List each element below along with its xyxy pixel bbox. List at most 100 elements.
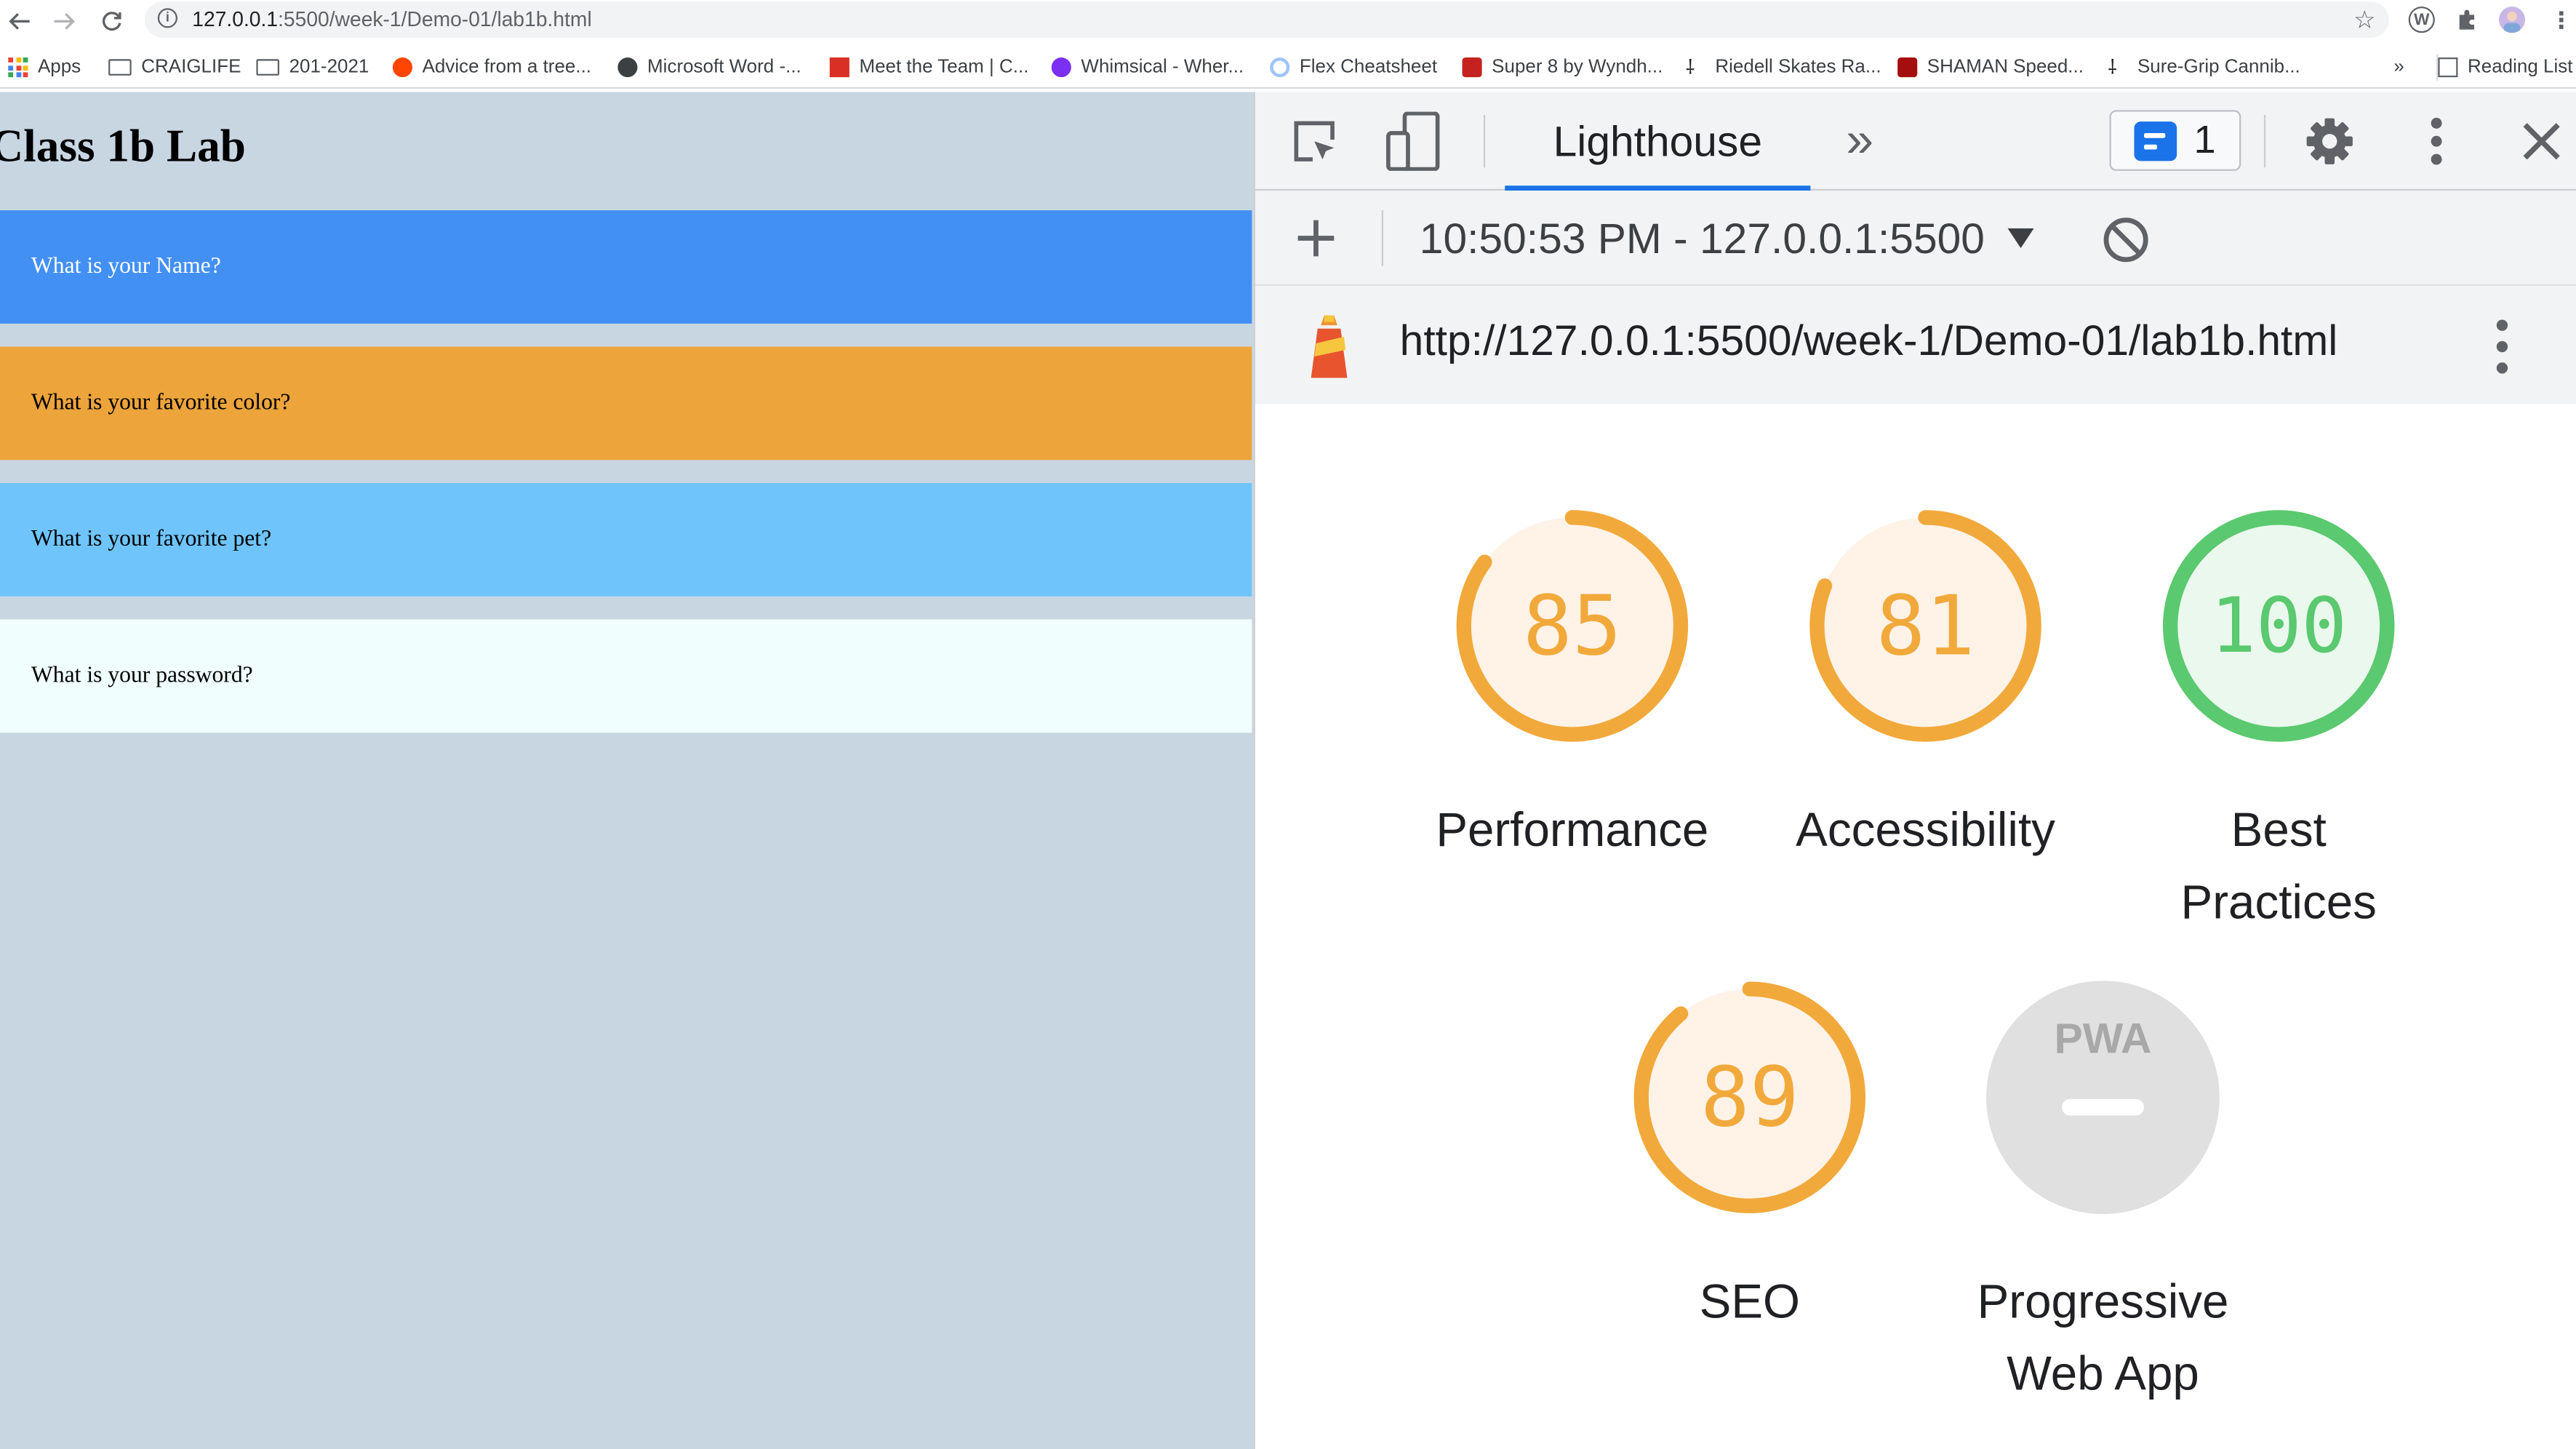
profile-avatar-icon[interactable] [2498,7,2526,33]
bookmark-label: Whimsical - Wher... [1081,57,1244,78]
question-text: What is your Name? [31,253,221,279]
page-viewport: Class 1b Lab What is your Name? What is … [0,92,1254,1449]
bookmark-sure-grip[interactable]: ⸸ Sure-Grip Cannib... [2108,55,2300,81]
url-path: :5500/week-1/Demo-01/lab1b.html [278,8,592,31]
skate-icon: ⸸ [1685,55,1695,79]
bookmark-label: 201-2021 [289,57,369,78]
bookmark-label: Riedell Skates Ra... [1715,57,1881,78]
skate-icon: ⸸ [2108,55,2118,79]
pwa-logo-text: PWA [2055,1015,2152,1063]
best-practices-score-ring: 100 [2162,510,2395,742]
bookmarks-overflow-button[interactable]: » [2393,55,2404,81]
whimsical-icon [1051,57,1071,78]
element-picker-icon[interactable] [1288,115,1344,171]
gauge-pwa[interactable]: PWA Progressive Web App [1947,974,2259,1411]
forward-arrow-icon[interactable] [46,4,82,40]
toolbar-divider [2263,115,2266,168]
clear-all-icon[interactable] [2100,214,2152,266]
bookmark-meet-the-team[interactable]: Meet the Team | C... [829,55,1029,81]
folder-icon [108,59,132,76]
wordpress-extension-icon[interactable]: W [2408,7,2435,33]
accessibility-score-ring: 81 [1809,510,2041,742]
lighthouse-url-bar: http://127.0.0.1:5500/week-1/Demo-01/lab… [1255,285,2576,404]
bookmark-201-2021[interactable]: 201-2021 [256,55,369,81]
bookmark-super8[interactable]: Super 8 by Wyndh... [1462,55,1663,81]
score-gauges: 85 Performance 81 Accessibility 100 Best… [1255,404,2576,1449]
question-box-color: What is your favorite color? [0,346,1252,460]
device-toolbar-icon[interactable] [1383,111,1442,171]
bookmark-riedell[interactable]: ⸸ Riedell Skates Ra... [1686,55,1881,81]
browser-menu-icon[interactable]: ⋮ [2548,6,2575,33]
bookmark-shaman[interactable]: SHAMAN Speed... [1897,55,2084,81]
pwa-label: Progressive Web App [1977,1276,2229,1402]
bookmark-apps[interactable]: Apps [8,55,81,81]
gauge-performance[interactable]: 85 Performance [1416,503,1728,867]
devtools-tab-bar: Lighthouse » 1 [1255,92,2576,191]
gauge-accessibility[interactable]: 81 Accessibility [1769,503,2081,867]
address-bar[interactable]: i 127.0.0.1:5500/week-1/Demo-01/lab1b.ht… [144,1,2389,38]
address-url: 127.0.0.1:5500/week-1/Demo-01/lab1b.html [192,8,591,31]
reload-icon[interactable] [94,4,130,40]
best-practices-score-value: 100 [2210,582,2347,670]
gauge-seo[interactable]: 89 SEO [1593,974,1905,1338]
active-tab-indicator [1505,185,1811,191]
globe-icon [617,57,638,78]
overflow-label: » [2393,57,2404,78]
new-report-plus-icon[interactable] [1292,214,1341,263]
toolbar-divider [1381,210,1384,266]
bookmark-craiglife[interactable]: CRAIGLIFE [108,55,241,81]
extensions-puzzle-icon[interactable] [2455,7,2481,33]
screen: i 127.0.0.1:5500/week-1/Demo-01/lab1b.ht… [0,0,2576,1449]
bookmark-label: CRAIGLIFE [141,57,241,78]
apps-grid-icon [8,57,28,78]
lighthouse-logo-icon [1301,312,1357,381]
question-text: What is your favorite color? [31,390,291,415]
lighthouse-report-bar: 10:50:53 PM - 127.0.0.1:5500 [1255,190,2576,286]
bookmark-star-icon[interactable]: ☆ [2353,5,2375,34]
flex-icon [1270,57,1290,78]
devtools-menu-icon[interactable] [2412,113,2461,169]
reddit-icon [392,57,413,78]
accessibility-label: Accessibility [1796,805,2055,858]
folder-icon [256,59,280,76]
page-title: Class 1b Lab [0,121,247,173]
reading-list-button[interactable]: Reading List [2436,54,2573,81]
bookmark-label: SHAMAN Speed... [1927,57,2084,78]
cmg-icon [829,57,849,78]
close-devtools-icon[interactable] [2517,116,2567,166]
seo-score-ring: 89 [1633,981,1866,1213]
settings-gear-icon[interactable] [2302,113,2358,169]
issues-counter-button[interactable]: 1 [2109,110,2241,171]
browser-toolbar: i 127.0.0.1:5500/week-1/Demo-01/lab1b.ht… [0,0,2576,43]
report-menu-icon[interactable] [2491,319,2514,375]
bookmark-label: Sure-Grip Cannib... [2137,57,2300,78]
report-selector[interactable]: 10:50:53 PM - 127.0.0.1:5500 [1420,210,2034,266]
gauge-best-practices[interactable]: 100 Best Practices [2123,503,2435,940]
bookmark-label: Meet the Team | C... [859,57,1029,78]
question-box-name: What is your Name? [0,210,1252,324]
bookmark-whimsical[interactable]: Whimsical - Wher... [1051,55,1244,81]
bookmark-flex-cheatsheet[interactable]: Flex Cheatsheet [1270,55,1437,81]
report-url[interactable]: http://127.0.0.1:5500/week-1/Demo-01/lab… [1400,316,2338,367]
site-info-icon[interactable]: i [157,8,177,28]
reading-list-label: Reading List [2468,57,2573,78]
bookmark-microsoft-word[interactable]: Microsoft Word -... [617,55,801,81]
question-text: What is your favorite pet? [31,526,272,551]
bookmark-label: Apps [37,57,81,78]
more-tabs-button[interactable]: » [1833,113,1886,168]
performance-score-value: 85 [1523,578,1622,674]
back-arrow-icon[interactable] [1,4,38,40]
bookmark-advice-tree[interactable]: Advice from a tree... [392,55,591,81]
bookmarks-bar: Apps CRAIGLIFE 201-2021 Advice from a tr… [0,46,2576,89]
bookmark-label: Super 8 by Wyndh... [1492,57,1663,78]
more-tabs-label: » [1846,113,1874,168]
best-practices-label: Best Practices [2180,805,2377,930]
question-text: What is your password? [31,663,253,688]
url-host: 127.0.0.1 [192,8,279,31]
seo-label: SEO [1699,1276,1801,1330]
tab-lighthouse[interactable]: Lighthouse [1505,92,1810,191]
toolbar-divider [1483,115,1486,168]
devtools-panel: Lighthouse » 1 10:50:53 PM - 127.0.0.1:5… [1253,92,2576,1449]
issues-count: 1 [2193,117,2216,162]
performance-score-ring: 85 [1456,510,1689,742]
